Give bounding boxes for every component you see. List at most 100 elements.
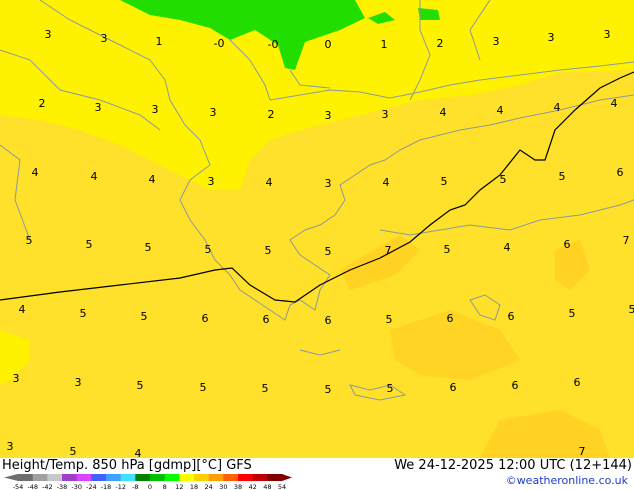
colorbar-tick-label: -42: [42, 483, 53, 490]
weather-map: 3 3 1 -0 -0 0 1 2 3 3 3 2 3 3 3 2 3 3 4 …: [0, 0, 634, 458]
temp-label: 6: [574, 376, 581, 389]
colorbar: -54 -48 -42 -38 -30 -24 -18 -12 -8 0 8 12 18 24 30 38 42…: [4, 474, 292, 490]
temp-label: 3: [325, 109, 332, 122]
temp-label: 0: [325, 38, 332, 51]
temp-label: 3: [45, 28, 52, 41]
temp-label: 3: [325, 177, 332, 190]
temp-label: 4: [440, 106, 447, 119]
temp-label: 7: [385, 244, 392, 257]
temp-label: 6: [617, 166, 624, 179]
colorbar-swatch: [223, 474, 239, 481]
temp-label: 4: [504, 241, 511, 254]
colorbar-tick-label: -24: [86, 483, 97, 490]
temp-label: 5: [141, 310, 148, 323]
colorbar-swatch: [150, 474, 166, 481]
temp-label: 6: [512, 379, 519, 392]
colorbar-swatch: [62, 474, 78, 481]
temp-label: 5: [80, 307, 87, 320]
temp-label: 5: [500, 173, 507, 186]
colorbar-tick-label: -48: [27, 483, 38, 490]
temp-label: 3: [13, 372, 20, 385]
temp-label: 4: [32, 166, 39, 179]
temp-label: 6: [325, 314, 332, 327]
colorbar-swatch: [179, 474, 195, 481]
temp-label: 4: [149, 173, 156, 186]
colorbar-tick-label: 12: [175, 483, 183, 490]
temp-label: 6: [263, 313, 270, 326]
temp-label: 4: [554, 101, 561, 114]
temp-label: 5: [205, 243, 212, 256]
colorbar-swatch: [267, 474, 283, 481]
temp-label: 7: [579, 445, 586, 458]
temp-label: 6: [202, 312, 209, 325]
colorbar-tick-label: 38: [234, 483, 242, 490]
temp-label: 3: [493, 35, 500, 48]
colorbar-arrow-right: [282, 474, 292, 481]
temp-label: 3: [152, 103, 159, 116]
colorbar-tick-label: -54: [13, 483, 24, 490]
temp-label: 5: [386, 313, 393, 326]
credit-link[interactable]: ©weatheronline.co.uk: [506, 474, 628, 487]
temp-label: 5: [325, 245, 332, 258]
temp-label: 3: [101, 32, 108, 45]
colorbar-swatch: [76, 474, 92, 481]
temp-label: 3: [604, 28, 611, 41]
colorbar-tick-label: -8: [132, 483, 138, 490]
temp-label: 3: [210, 106, 217, 119]
temp-label: -0: [214, 37, 225, 50]
temp-label: 3: [548, 31, 555, 44]
temp-label: 5: [441, 175, 448, 188]
temp-label: 5: [444, 243, 451, 256]
temp-label: 5: [629, 303, 634, 316]
temp-label: 2: [39, 97, 46, 110]
temp-label: 5: [26, 234, 33, 247]
colorbar-arrow-left: [4, 474, 18, 481]
temp-label: 4: [611, 97, 618, 110]
map-footer: Height/Temp. 850 hPa [gdmp][°C] GFS We 2…: [0, 458, 634, 490]
temp-label: 5: [569, 307, 576, 320]
temp-label: 4: [19, 303, 26, 316]
temp-label: 5: [262, 382, 269, 395]
temp-label: 2: [437, 37, 444, 50]
temp-label: 5: [325, 383, 332, 396]
colorbar-tick-label: 30: [219, 483, 227, 490]
colorbar-swatch: [32, 474, 48, 481]
colorbar-tick-label: 18: [190, 483, 198, 490]
colorbar-swatch: [47, 474, 63, 481]
temp-label: 4: [383, 176, 390, 189]
colorbar-swatch: [18, 474, 34, 481]
colorbar-tick-label: 42: [249, 483, 257, 490]
temp-label: 6: [564, 238, 571, 251]
temp-label: 4: [91, 170, 98, 183]
temp-label: 5: [200, 381, 207, 394]
temp-label: 3: [7, 440, 14, 453]
temp-label: 3: [95, 101, 102, 114]
temp-label: 5: [265, 244, 272, 257]
temp-label: 5: [70, 445, 77, 458]
temp-label: 4: [497, 104, 504, 117]
temp-label: 3: [382, 108, 389, 121]
forecast-datetime: We 24-12-2025 12:00 UTC (12+144): [394, 458, 632, 473]
temp-label: 6: [450, 381, 457, 394]
temp-label: 4: [266, 176, 273, 189]
colorbar-swatch: [164, 474, 180, 481]
temp-label: 1: [381, 38, 388, 51]
temp-label: 3: [208, 175, 215, 188]
temp-label: 6: [447, 312, 454, 325]
temp-label: 7: [623, 234, 630, 247]
temp-label: 3: [75, 376, 82, 389]
colorbar-swatch: [120, 474, 136, 481]
temp-label: 2: [268, 108, 275, 121]
temp-label: 1: [156, 35, 163, 48]
temp-label: 6: [508, 310, 515, 323]
temp-label: 5: [145, 241, 152, 254]
colorbar-swatch: [252, 474, 268, 481]
colorbar-tick-label: -30: [71, 483, 82, 490]
colorbar-tick-label: 24: [205, 483, 213, 490]
temp-label: 5: [559, 170, 566, 183]
colorbar-tick-label: 54: [278, 483, 286, 490]
colorbar-tick-label: 48: [263, 483, 271, 490]
temp-label: 5: [86, 238, 93, 251]
map-title: Height/Temp. 850 hPa [gdmp][°C] GFS: [2, 458, 252, 473]
colorbar-tick-label: -18: [101, 483, 112, 490]
